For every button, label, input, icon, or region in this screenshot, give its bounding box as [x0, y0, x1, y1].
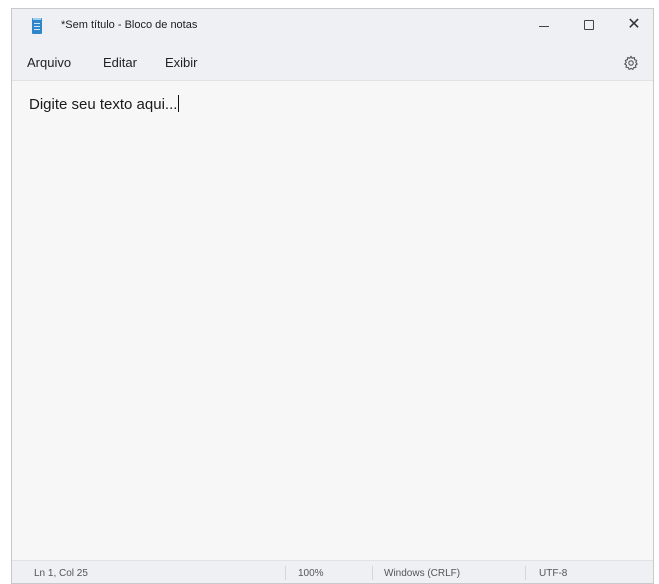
window-title: *Sem título - Bloco de notas — [61, 19, 198, 31]
minimize-button[interactable] — [522, 9, 566, 41]
cursor-position: Ln 1, Col 25 — [34, 568, 88, 579]
menu-edit[interactable]: Editar — [103, 55, 137, 70]
menu-bar: Arquivo Editar Exibir — [12, 47, 653, 81]
line-ending[interactable]: Windows (CRLF) — [384, 568, 460, 579]
close-button[interactable]: ✕ — [612, 9, 653, 41]
title-bar[interactable]: *Sem título - Bloco de notas ✕ — [12, 9, 653, 47]
maximize-icon — [584, 20, 594, 30]
encoding[interactable]: UTF-8 — [539, 568, 567, 579]
status-bar: Ln 1, Col 25 100% Windows (CRLF) UTF-8 — [12, 560, 653, 583]
minimize-icon — [539, 25, 549, 27]
notepad-window: *Sem título - Bloco de notas ✕ Arquivo E… — [11, 8, 654, 584]
text-editor[interactable]: Digite seu texto aqui... — [12, 81, 653, 560]
editor-content[interactable]: Digite seu texto aqui... — [29, 95, 180, 113]
status-divider — [372, 566, 373, 580]
status-divider — [285, 566, 286, 580]
editor-text: Digite seu texto aqui... — [29, 96, 178, 113]
notepad-icon — [32, 18, 42, 34]
maximize-button[interactable] — [567, 9, 611, 41]
menu-view[interactable]: Exibir — [165, 55, 198, 70]
zoom-level[interactable]: 100% — [298, 568, 324, 579]
menu-file[interactable]: Arquivo — [27, 55, 71, 70]
gear-icon[interactable] — [623, 55, 639, 71]
text-caret — [178, 95, 180, 112]
close-icon: ✕ — [627, 16, 641, 33]
status-divider — [525, 566, 526, 580]
